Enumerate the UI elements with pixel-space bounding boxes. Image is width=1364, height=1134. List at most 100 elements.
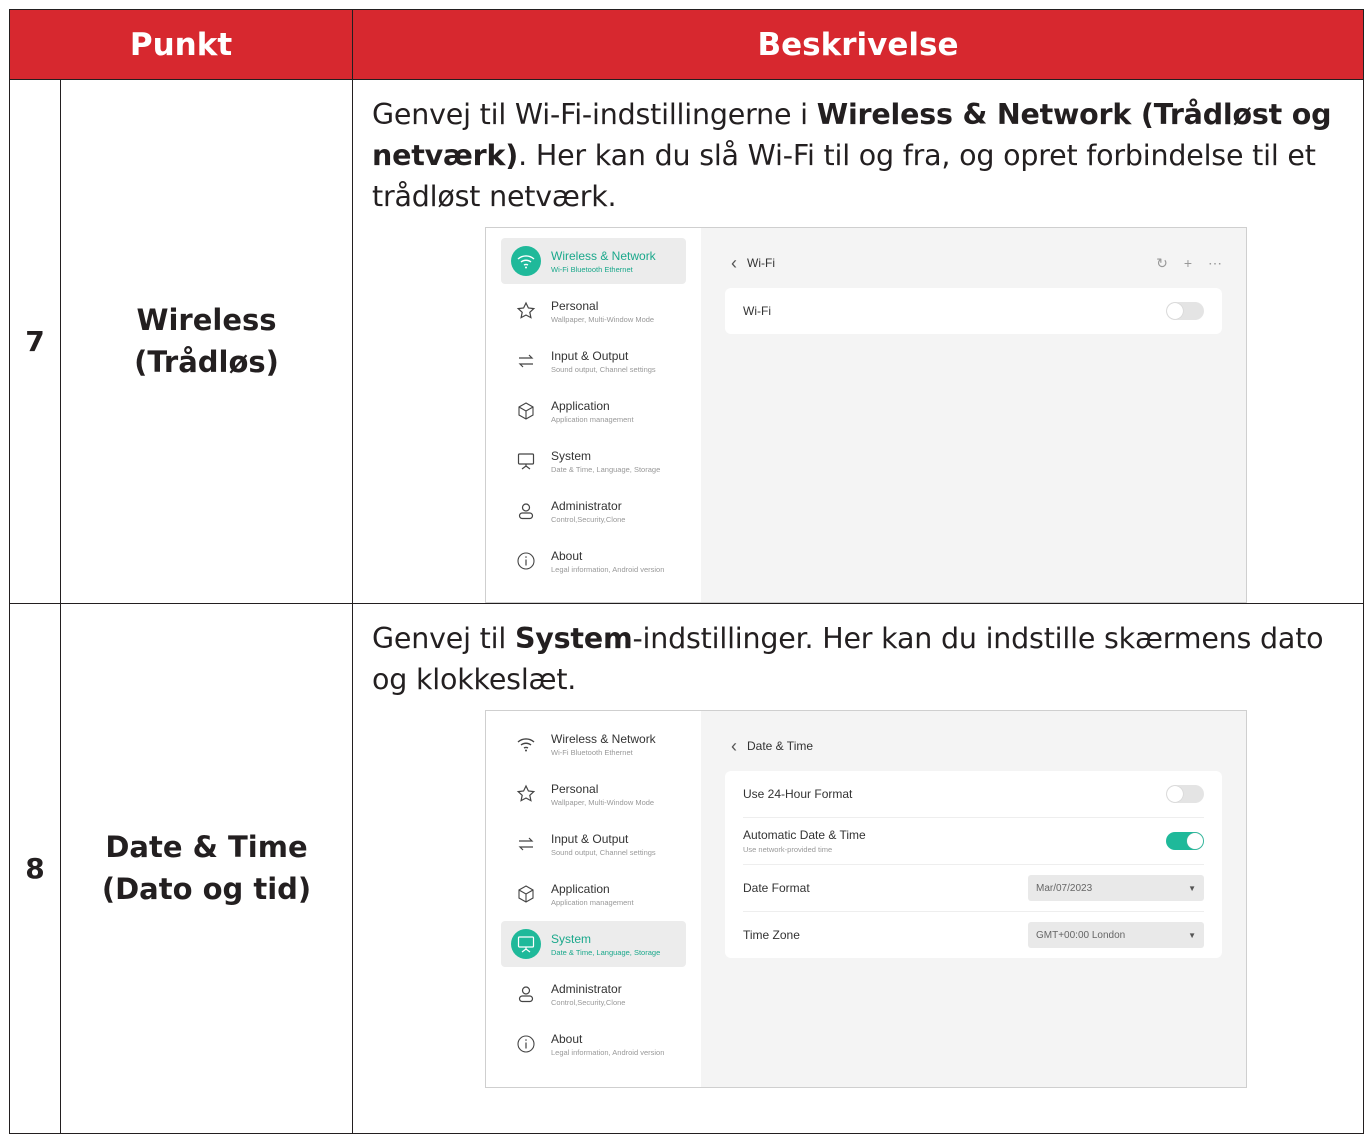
sidebar-item-title: Administrator <box>551 498 622 513</box>
sidebar-item-subtitle: Legal information, Android version <box>551 1047 665 1057</box>
sidebar-item-text: About Legal information, Android version <box>551 549 664 574</box>
sidebar-item-text: Input & Output Sound output, Channel sett… <box>551 349 656 374</box>
monitor-icon <box>511 929 541 960</box>
sidebar-item-subtitle: Application management <box>551 414 634 424</box>
sidebar-item-text: Input & Output Sound output, Channel sett… <box>551 832 656 857</box>
sidebar-item-subtitle: Wi-Fi Bluetooth Ethernet <box>551 747 633 757</box>
item-line-2: (Dato og tid) <box>101 871 312 906</box>
setting-row[interactable]: Wi-Fi <box>743 288 1204 334</box>
row-description: Genvej til System-indstillinger. Her kan… <box>352 603 1364 1134</box>
automatic-date-toggle[interactable] <box>1166 832 1204 851</box>
sidebar-item-text: Administrator Control,Security,Clone <box>551 982 625 1007</box>
settings-main: ‹ Date & Time Use 24-Hour Format Automat… <box>701 711 1246 1087</box>
setting-label: Use 24-Hour Format <box>743 787 853 802</box>
sidebar-item-text: Administrator Control,Security,Clone <box>551 499 625 524</box>
sidebar-item-subtitle: Date & Time, Language, Storage <box>551 947 661 957</box>
settings-table: Punkt Beskrivelse 7 Wireless (Trådløs) G… <box>9 9 1364 1134</box>
sidebar-item-title: Wireless & Network <box>551 248 656 263</box>
monitor-icon <box>511 446 541 476</box>
table-header-row: Punkt Beskrivelse <box>9 9 1364 80</box>
select-value: GMT+00:00 London <box>1036 929 1126 941</box>
page-title: Date & Time <box>747 739 814 754</box>
refresh-icon[interactable]: ↻ <box>1156 255 1168 272</box>
settings-screenshot: Wireless & Network Wi-Fi Bluetooth Ethern… <box>485 227 1247 604</box>
person-icon <box>511 979 541 1009</box>
description-text: Genvej til Wi-Fi-indstillingerne i Wirel… <box>372 94 1355 217</box>
setting-label: Date Format <box>743 881 810 896</box>
settings-screenshot: Wireless & Network Wi-Fi Bluetooth Ethern… <box>485 710 1247 1089</box>
sidebar-item[interactable]: Personal Wallpaper, Multi-Window Mode <box>501 771 686 817</box>
sidebar-item-title: Personal <box>551 298 599 313</box>
setting-row[interactable]: Use 24-Hour Format <box>743 771 1204 819</box>
sidebar-item[interactable]: Administrator Control,Security,Clone <box>501 488 686 534</box>
header-actions: ↻ + ⋯ <box>1156 255 1222 272</box>
header-punkt: Punkt <box>9 9 353 80</box>
sidebar-item-title: Application <box>551 398 610 413</box>
wifi-icon <box>511 246 541 277</box>
sidebar-item-subtitle: Control,Security,Clone <box>551 514 626 524</box>
desc-text-bold: System <box>514 622 633 656</box>
setting-label: Wi-Fi <box>743 304 771 319</box>
setting-row[interactable]: Time Zone GMT+00:00 London ▼ <box>743 912 1204 958</box>
sidebar-item-text: Personal Wallpaper, Multi-Window Mode <box>551 782 654 807</box>
sidebar-item-text: System Date & Time, Language, Storage <box>551 449 660 474</box>
wifi-toggle[interactable] <box>1166 302 1204 321</box>
sidebar-item[interactable]: System Date & Time, Language, Storage <box>501 438 686 484</box>
sidebar-item-subtitle: Legal information, Android version <box>551 564 665 574</box>
page-title: Wi-Fi <box>747 256 775 271</box>
row-number: 7 <box>9 78 61 605</box>
sidebar-item[interactable]: Wireless & Network Wi-Fi Bluetooth Ethern… <box>501 238 686 285</box>
sidebar-item-title: Personal <box>551 781 599 796</box>
item-line-2: (Trådløs) <box>134 344 279 379</box>
sidebar-item-text: About Legal information, Android version <box>551 1032 664 1057</box>
table-row: 8 Date & Time (Dato og tid) Genvej til S… <box>9 603 1364 1134</box>
desc-text-pre: Genvej til <box>372 622 515 656</box>
arrows-icon <box>511 346 541 376</box>
sidebar-item[interactable]: Input & Output Sound output, Channel sett… <box>501 338 686 384</box>
item-line-1: Wireless <box>136 303 277 338</box>
24-hour-toggle[interactable] <box>1166 785 1204 804</box>
sidebar-item-title: Input & Output <box>551 348 629 363</box>
date-time-card: Use 24-Hour Format Automatic Date & Time… <box>725 771 1222 959</box>
sidebar-item-text: System Date & Time, Language, Storage <box>551 932 660 957</box>
sidebar-item[interactable]: System Date & Time, Language, Storage <box>501 921 686 968</box>
sidebar-item-title: About <box>551 548 583 563</box>
page-header: ‹ Date & Time <box>725 735 1222 757</box>
sidebar-item-subtitle: Sound output, Channel settings <box>551 364 656 374</box>
setting-row[interactable]: Automatic Date & Time Use network-provid… <box>743 818 1204 866</box>
sidebar-item[interactable]: Application Application management <box>501 388 686 434</box>
settings-main: ‹ Wi-Fi ↻ + ⋯ Wi-Fi <box>701 228 1246 602</box>
sidebar-item-title: Administrator <box>551 981 622 996</box>
row-item: Date & Time (Dato og tid) <box>60 603 353 1134</box>
table-row: 7 Wireless (Trådløs) Genvej til Wi-Fi-in… <box>9 78 1364 605</box>
cube-icon <box>511 396 541 426</box>
sidebar-item-subtitle: Wallpaper, Multi-Window Mode <box>551 314 655 324</box>
sidebar-item[interactable]: About Legal information, Android version <box>501 538 686 584</box>
sidebar-item[interactable]: About Legal information, Android version <box>501 1021 686 1067</box>
sidebar-item-subtitle: Wi-Fi Bluetooth Ethernet <box>551 264 633 274</box>
back-icon[interactable]: ‹ <box>731 736 737 757</box>
info-icon <box>511 1029 541 1059</box>
sidebar-item-title: Input & Output <box>551 831 629 846</box>
sidebar-item-title: System <box>551 931 592 946</box>
arrows-icon <box>511 829 541 859</box>
back-icon[interactable]: ‹ <box>731 253 737 274</box>
sidebar-item-text: Personal Wallpaper, Multi-Window Mode <box>551 299 654 324</box>
more-icon[interactable]: ⋯ <box>1208 255 1222 272</box>
sidebar-item[interactable]: Input & Output Sound output, Channel sett… <box>501 821 686 867</box>
time-zone-select[interactable]: GMT+00:00 London ▼ <box>1028 922 1204 949</box>
sidebar-item-title: About <box>551 1031 583 1046</box>
setting-sublabel: Use network-provided time <box>743 845 833 855</box>
sidebar-item-subtitle: Wallpaper, Multi-Window Mode <box>551 797 655 807</box>
sidebar-item-subtitle: Sound output, Channel settings <box>551 847 656 857</box>
sidebar-item[interactable]: Application Application management <box>501 871 686 917</box>
date-format-select[interactable]: Mar/07/2023 ▼ <box>1028 875 1204 902</box>
sidebar-item[interactable]: Personal Wallpaper, Multi-Window Mode <box>501 288 686 334</box>
sidebar-item[interactable]: Administrator Control,Security,Clone <box>501 971 686 1017</box>
add-icon[interactable]: + <box>1184 255 1192 272</box>
sidebar-item[interactable]: Wireless & Network Wi-Fi Bluetooth Ethern… <box>501 721 686 767</box>
item-line-1: Date & Time <box>105 830 308 865</box>
sidebar-item-title: Application <box>551 881 610 896</box>
setting-row[interactable]: Date Format Mar/07/2023 ▼ <box>743 865 1204 913</box>
row-number: 8 <box>9 603 61 1134</box>
